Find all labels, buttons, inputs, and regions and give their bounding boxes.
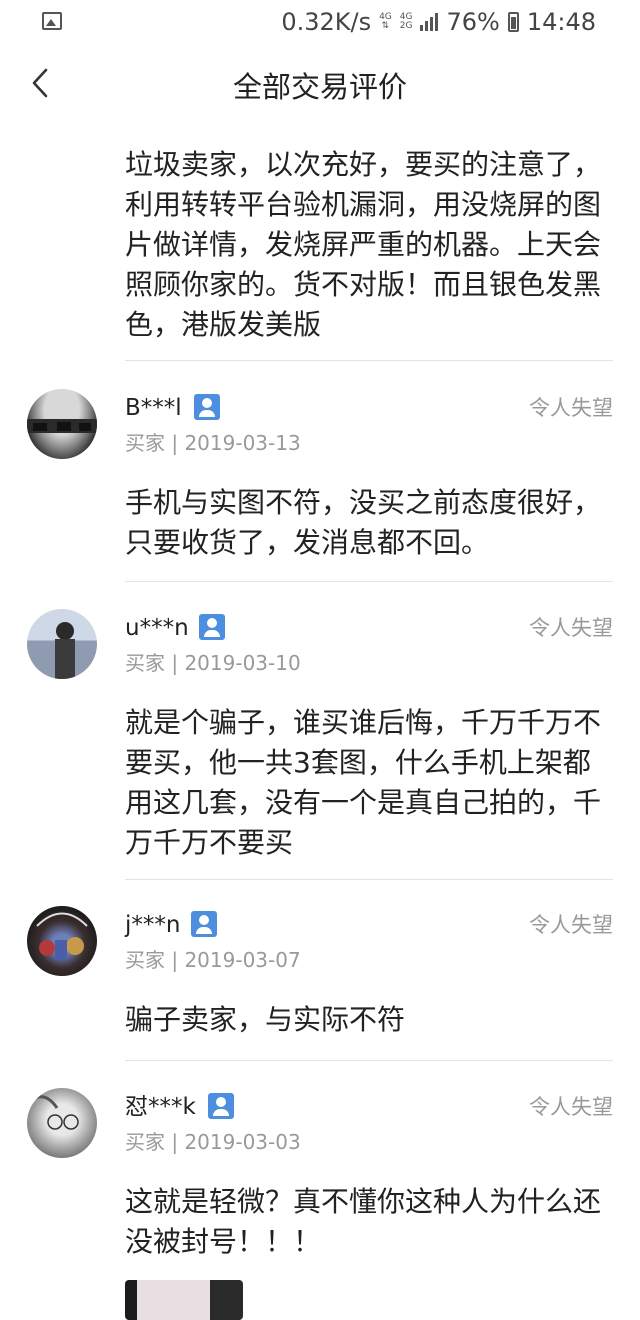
navigation-bar: 全部交易评价 <box>0 44 640 124</box>
review-meta: 买家 | 2019-03-10 <box>125 651 301 675</box>
user-badge-icon <box>208 1093 234 1119</box>
avatar[interactable] <box>27 906 97 976</box>
username: 怼***k <box>125 1094 196 1120</box>
gallery-notification-icon <box>42 12 62 30</box>
rating-label: 令人失望 <box>529 396 613 420</box>
signal-icon <box>420 13 439 31</box>
avatar[interactable] <box>27 389 97 459</box>
network-speed: 0.32K/s <box>281 8 372 36</box>
status-right: 0.32K/s 4G ⇅ 4G 2G 76% 14:48 <box>281 6 596 38</box>
divider <box>125 1060 613 1061</box>
divider <box>125 879 613 880</box>
review-meta: 买家 | 2019-03-13 <box>125 431 301 455</box>
dual-network-icon: 4G 2G <box>399 12 413 31</box>
divider <box>125 360 613 361</box>
rating-label: 令人失望 <box>529 913 613 937</box>
review-comment: 骗子卖家，与实际不符 <box>125 1003 406 1036</box>
user-badge-icon <box>191 911 217 937</box>
review-comment: 垃圾卖家，以次充好，要买的注意了，利用转转平台验机漏洞，用没烧屏的图片做详情，发… <box>125 148 602 341</box>
user-badge-icon <box>194 394 220 420</box>
battery-percent: 76% <box>446 8 500 36</box>
user-badge-icon <box>199 614 225 640</box>
network-type-icon: 4G ⇅ <box>379 12 392 31</box>
username: u***n <box>125 615 189 641</box>
review-photo-thumbnail[interactable] <box>125 1280 243 1320</box>
divider <box>125 581 613 582</box>
review-meta: 买家 | 2019-03-07 <box>125 948 301 972</box>
rating-label: 令人失望 <box>529 616 613 640</box>
review-comment: 就是个骗子，谁买谁后悔，千万千万不要买，他一共3套图，什么手机上架都用这几套，没… <box>125 706 602 859</box>
review-meta: 买家 | 2019-03-03 <box>125 1130 301 1154</box>
username: B***l <box>125 395 182 421</box>
review-comment: 手机与实图不符，没买之前态度很好，只要收货了，发消息都不回。 <box>125 486 602 559</box>
clock: 14:48 <box>526 8 596 36</box>
review-comment: 这就是轻微？真不懂你这种人为什么还没被封号！！！ <box>125 1185 602 1258</box>
avatar[interactable] <box>27 1088 97 1158</box>
avatar[interactable] <box>27 609 97 679</box>
rating-label: 令人失望 <box>529 1095 613 1119</box>
status-bar: 0.32K/s 4G ⇅ 4G 2G 76% 14:48 <box>0 0 640 44</box>
username: j***n <box>125 912 181 938</box>
battery-icon <box>507 12 519 32</box>
page-title: 全部交易评价 <box>232 70 407 104</box>
